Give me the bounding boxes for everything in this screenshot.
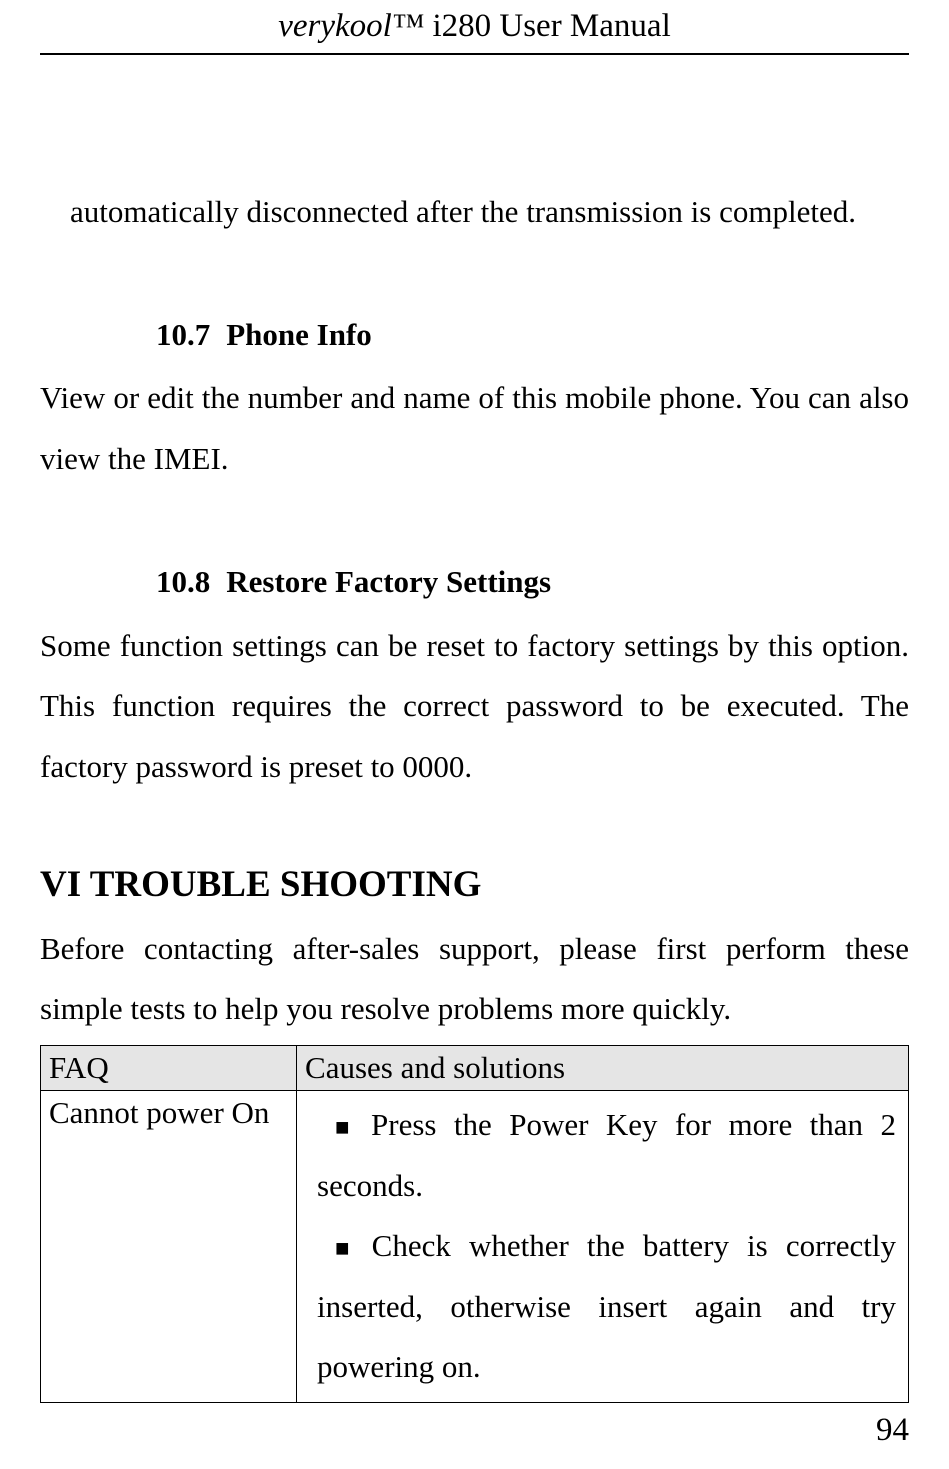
table-header-row: FAQ Causes and solutions (41, 1046, 909, 1091)
bullet-item: ■ Check whether the battery is correctly… (317, 1216, 896, 1397)
section-body-phone-info: View or edit the number and name of this… (40, 368, 909, 489)
table-cell-faq: Cannot power On (41, 1091, 297, 1402)
faq-table: FAQ Causes and solutions Cannot power On… (40, 1045, 909, 1402)
table-header-solutions: Causes and solutions (297, 1046, 909, 1091)
header-brand: verykool™ (278, 8, 424, 44)
section-title: Phone Info (226, 317, 372, 352)
page-content: automatically disconnected after the tra… (40, 55, 909, 1403)
page-number: 94 (876, 1412, 909, 1449)
chapter-heading: VI TROUBLE SHOOTING (40, 857, 909, 913)
section-heading-restore: 10.8 Restore Factory Settings (156, 559, 909, 606)
chapter-body: Before contacting after-sales support, p… (40, 919, 909, 1040)
table-header-faq: FAQ (41, 1046, 297, 1091)
section-title: Restore Factory Settings (226, 564, 551, 599)
page-header: verykool™ i280 User Manual (40, 0, 909, 55)
bullet-item: ■ Press the Power Key for more than 2 se… (317, 1095, 896, 1216)
section-number: 10.7 (156, 312, 210, 359)
bullet-square-icon: ■ (335, 1226, 350, 1273)
intro-paragraph: automatically disconnected after the tra… (70, 183, 909, 242)
section-heading-phone-info: 10.7 Phone Info (156, 312, 909, 359)
section-body-restore: Some function settings can be reset to f… (40, 616, 909, 797)
bullet-text: Press the Power Key for more than 2 seco… (317, 1107, 896, 1202)
table-cell-solutions: ■ Press the Power Key for more than 2 se… (297, 1091, 909, 1402)
section-number: 10.8 (156, 559, 210, 606)
bullet-text: Check whether the battery is correctly i… (317, 1228, 896, 1384)
table-row: Cannot power On ■ Press the Power Key fo… (41, 1091, 909, 1402)
bullet-square-icon: ■ (335, 1105, 350, 1152)
header-title: i280 User Manual (424, 8, 671, 44)
